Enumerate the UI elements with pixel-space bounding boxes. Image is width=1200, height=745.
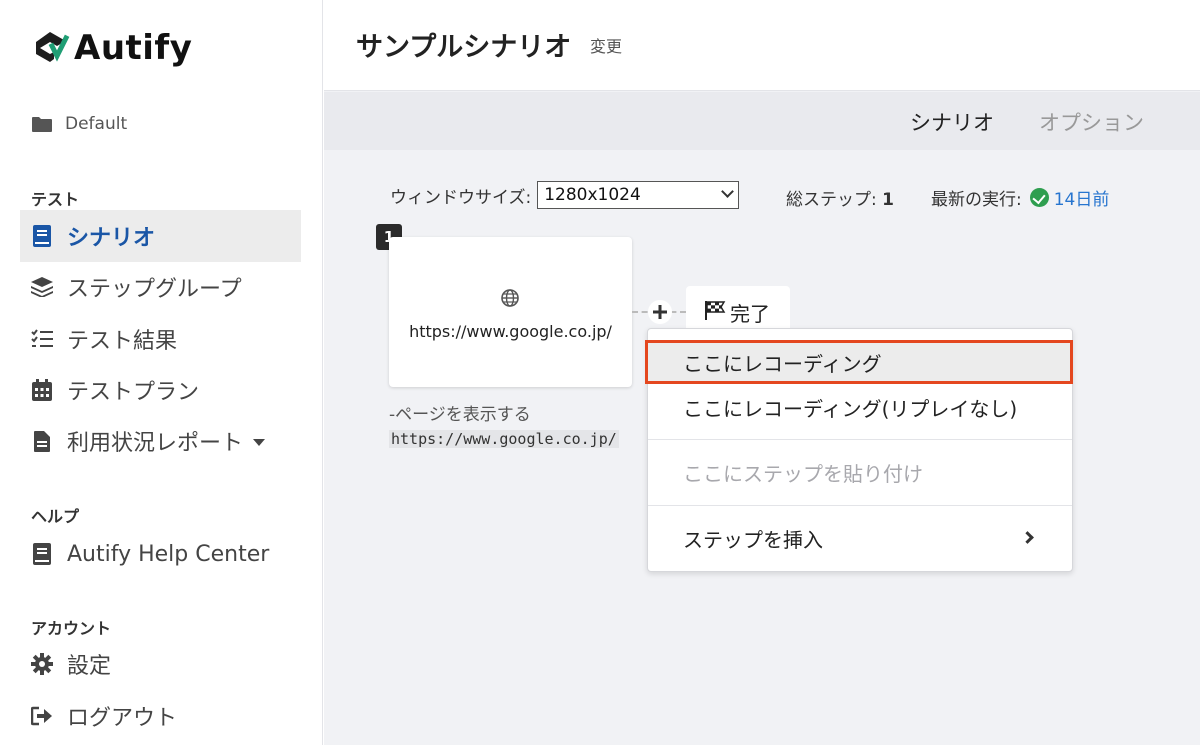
- sidebar-item-test-plans[interactable]: テストプラン: [20, 364, 301, 416]
- logo-text: Autify: [74, 28, 193, 68]
- step-card[interactable]: https://www.google.co.jp/: [389, 237, 632, 387]
- latest-run-label: 最新の実行:: [931, 190, 1022, 210]
- sidebar-item-label: Autify Help Center: [67, 541, 270, 567]
- menu-item-record-here-no-replay[interactable]: ここにレコーディング(リプレイなし): [648, 385, 1072, 429]
- window-size-label: ウィンドウサイズ:: [390, 187, 532, 208]
- window-size-value: 1280x1024: [544, 185, 641, 205]
- globe-icon: [501, 289, 519, 307]
- window-size-row: ウィンドウサイズ: 1280x1024: [390, 181, 740, 209]
- change-title-link[interactable]: 変更: [590, 33, 622, 57]
- tab-options[interactable]: オプション: [1039, 107, 1144, 137]
- logout-icon: [31, 705, 53, 727]
- page-title: サンプルシナリオ: [356, 32, 572, 63]
- step-description: -ページを表示する https://www.google.co.jp/: [389, 403, 619, 451]
- sidebar-item-label: シナリオ: [67, 226, 156, 251]
- latest-run-link[interactable]: 14日前: [1054, 185, 1110, 210]
- menu-divider: [648, 439, 1072, 440]
- section-title-test: テスト: [31, 190, 80, 209]
- total-steps: 総ステップ: 1: [786, 185, 894, 210]
- menu-item-record-here[interactable]: ここにレコーディング: [645, 340, 1073, 384]
- chevron-down-icon: [721, 185, 735, 198]
- sidebar-item-settings[interactable]: 設定: [20, 638, 301, 690]
- section-title-help: ヘルプ: [31, 507, 80, 526]
- main-content: サンプルシナリオ 変更 シナリオ オプション ウィンドウサイズ: 1280x10…: [324, 0, 1200, 745]
- layers-icon: [31, 276, 53, 298]
- section-title-account: アカウント: [31, 619, 112, 638]
- chevron-right-icon: [1021, 531, 1034, 544]
- sidebar-item-label: 利用状況レポート: [67, 431, 244, 456]
- calendar-icon: [31, 379, 53, 401]
- sidebar-item-label: ステップグループ: [67, 277, 242, 302]
- sidebar-item-label: ログアウト: [67, 706, 178, 731]
- page-header: サンプルシナリオ 変更: [324, 0, 1200, 91]
- gear-icon: [31, 653, 53, 675]
- menu-item-label: ステップを挿入: [683, 527, 823, 552]
- total-steps-value: 1: [882, 190, 894, 210]
- window-size-select[interactable]: 1280x1024: [537, 181, 740, 209]
- context-menu: ここにレコーディング ここにレコーディング(リプレイなし) ここにステップを貼り…: [645, 328, 1073, 572]
- chevron-down-icon: [253, 439, 266, 446]
- finish-card: 完了: [686, 286, 790, 334]
- sidebar-item-test-results[interactable]: テスト結果: [20, 313, 301, 365]
- sidebar-item-label: テストプラン: [67, 380, 200, 405]
- latest-run: 最新の実行: 14日前: [931, 185, 1109, 210]
- document-icon: [31, 430, 53, 452]
- project-name: Default: [65, 114, 128, 134]
- menu-item-insert-step[interactable]: ステップを挿入: [648, 516, 1072, 560]
- sidebar-item-help-center[interactable]: Autify Help Center: [20, 528, 301, 580]
- sidebar: Autify Default テスト シナリオ ステップグループ テスト結果 テ…: [0, 0, 323, 745]
- tab-scenario[interactable]: シナリオ: [910, 107, 994, 137]
- sidebar-item-label: 設定: [67, 654, 112, 679]
- autify-logo-icon: [36, 32, 70, 62]
- tab-bar: シナリオ オプション: [324, 92, 1200, 150]
- plus-icon: [653, 305, 667, 319]
- sidebar-item-scenario[interactable]: シナリオ: [20, 210, 301, 262]
- sidebar-item-step-groups[interactable]: ステップグループ: [20, 261, 301, 313]
- sidebar-item-logout[interactable]: ログアウト: [20, 690, 301, 742]
- autify-logo[interactable]: Autify: [30, 28, 192, 68]
- checklist-icon: [31, 328, 53, 350]
- book-icon: [31, 543, 53, 565]
- add-step-button[interactable]: [648, 300, 672, 324]
- finish-label: 完了: [730, 302, 770, 326]
- project-selector[interactable]: Default: [32, 114, 127, 134]
- menu-item-paste-step: ここにステップを貼り付け: [683, 461, 923, 486]
- sidebar-item-usage-report[interactable]: 利用状況レポート: [20, 415, 301, 467]
- folder-icon: [32, 116, 52, 132]
- total-steps-label: 総ステップ:: [786, 190, 877, 210]
- step-desc-url: https://www.google.co.jp/: [389, 430, 619, 448]
- step-desc-prefix: -ページを表示する: [389, 405, 531, 425]
- checkered-flag-icon: [705, 301, 726, 320]
- sidebar-item-label: テスト結果: [67, 329, 178, 354]
- check-circle-icon: [1029, 188, 1049, 207]
- menu-divider: [648, 505, 1072, 506]
- step-url: https://www.google.co.jp/: [409, 322, 612, 341]
- book-icon: [31, 225, 53, 247]
